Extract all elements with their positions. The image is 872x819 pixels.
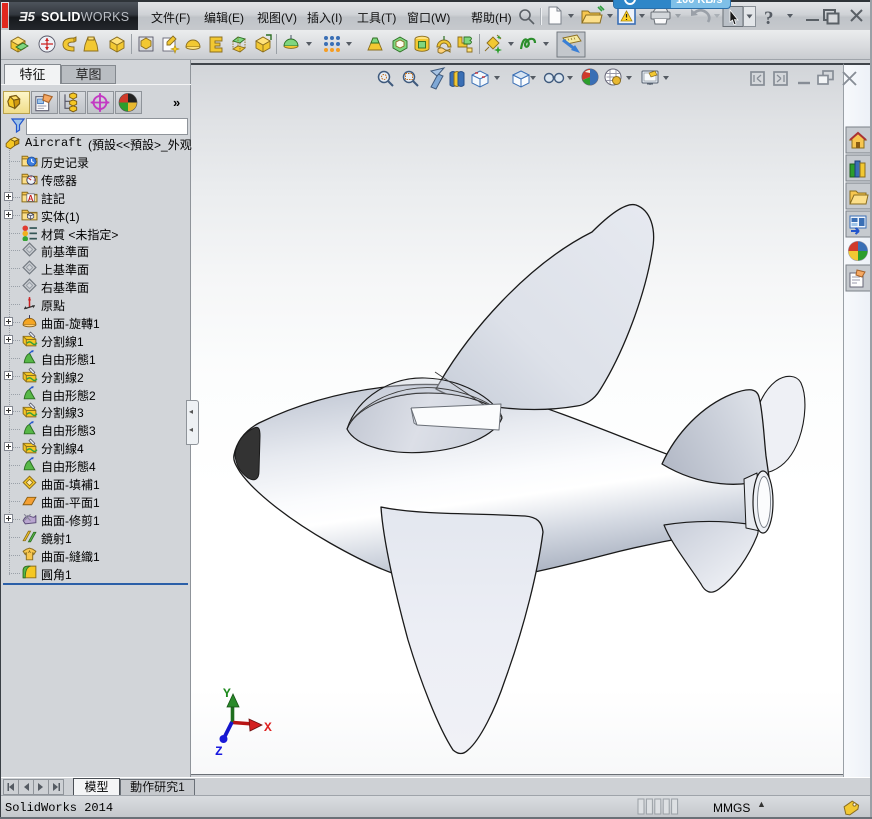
svg-text:Z: Z [215, 744, 223, 759]
svg-text:?: ? [764, 8, 774, 29]
svg-text:Y: Y [223, 686, 231, 701]
svg-text:SOLIDWORKS: SOLIDWORKS [41, 10, 129, 24]
svg-text:Ǝ5: Ǝ5 [19, 9, 36, 24]
svg-text:X: X [264, 720, 272, 735]
